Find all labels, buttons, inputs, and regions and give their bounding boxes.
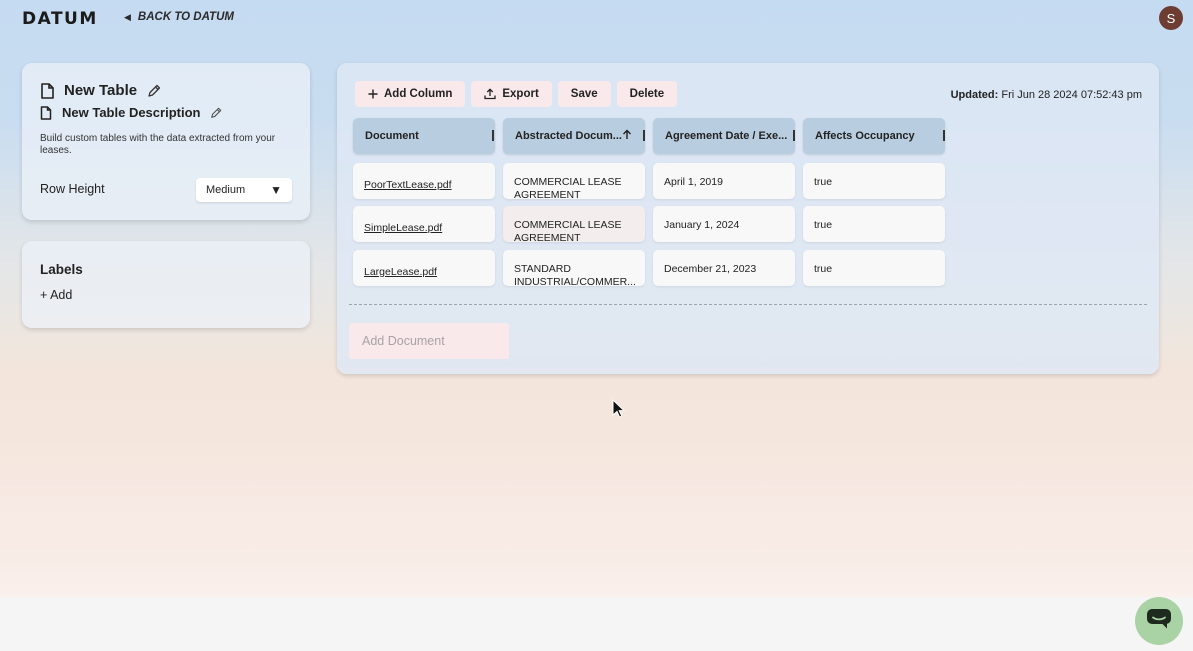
caret-down-icon: ▼ (270, 183, 282, 197)
table-cell-document[interactable]: LargeLease.pdf (353, 250, 495, 286)
add-column-button[interactable]: Add Column (355, 81, 466, 107)
datum-logo[interactable]: DATUM (22, 9, 98, 29)
table-divider (349, 304, 1147, 305)
table-toolbar: Add Column Export Save Delete (355, 81, 678, 107)
table-cell-date[interactable]: April 1, 2019 (653, 163, 795, 199)
column-header-label: Affects Occupancy (815, 130, 915, 142)
delete-button[interactable]: Delete (616, 81, 678, 107)
pencil-icon[interactable] (147, 84, 161, 98)
table-cell-date[interactable]: December 21, 2023 (653, 250, 795, 286)
column-header-label: Abstracted Docum... (515, 130, 622, 142)
table-cell-date[interactable]: January 1, 2024 (653, 206, 795, 242)
table-title: New Table (64, 82, 138, 99)
table-cell-abstracted[interactable]: COMMERCIAL LEASE AGREEMENT (503, 163, 645, 199)
table-cell-occupancy[interactable]: true (803, 206, 945, 242)
table-meta-card: New Table New Table Description Build cu… (22, 63, 310, 220)
plus-icon (368, 89, 378, 99)
add-label-button[interactable]: + Add (40, 288, 72, 302)
column-header-label: Document (365, 130, 419, 142)
document-icon (40, 82, 54, 99)
table-card: Add Column Export Save Delete Updated: F… (337, 63, 1159, 374)
table-cell-abstracted[interactable]: STANDARD INDUSTRIAL/COMMER... (503, 250, 645, 286)
back-triangle-icon: ◀ (124, 11, 131, 22)
labels-title: Labels (40, 262, 83, 277)
column-resize-handle[interactable] (943, 130, 945, 141)
updated-label: Updated: (950, 89, 999, 101)
table-cell-abstracted[interactable]: COMMERCIAL LEASE AGREEMENT (503, 206, 645, 242)
table-cell-document[interactable]: SimpleLease.pdf (353, 206, 495, 242)
table-cell-document[interactable]: PoorTextLease.pdf (353, 163, 495, 199)
pencil-icon[interactable] (210, 107, 222, 119)
help-text: Build custom tables with the data extrac… (40, 133, 276, 156)
updated-timestamp: Updated: Fri Jun 28 2024 07:52:43 pm (951, 89, 1142, 101)
column-resize-handle[interactable] (793, 130, 795, 141)
upload-icon (484, 88, 497, 100)
back-link-label: BACK TO DATUM (137, 11, 234, 23)
export-button[interactable]: Export (471, 81, 552, 107)
save-button[interactable]: Save (557, 81, 611, 107)
labels-card: Labels + Add (22, 241, 310, 328)
row-height-label: Row Height (40, 182, 105, 196)
arrow-up-icon[interactable] (622, 129, 632, 143)
back-to-datum-link[interactable]: ◀ BACK TO DATUM (124, 11, 234, 23)
add-document-input[interactable]: Add Document (349, 323, 509, 359)
column-header-label: Agreement Date / Exe... (665, 130, 788, 142)
row-height-select[interactable]: Medium ▼ (196, 178, 292, 202)
table-cell-occupancy[interactable]: true (803, 163, 945, 199)
column-header-document[interactable]: Document (353, 118, 495, 154)
table-description: New Table Description (62, 105, 201, 120)
avatar[interactable]: S (1159, 6, 1183, 30)
chat-bubble-icon (1146, 608, 1172, 635)
chat-widget-button[interactable] (1135, 597, 1183, 645)
updated-value: Fri Jun 28 2024 07:52:43 pm (1001, 89, 1142, 101)
add-column-label: Add Column (384, 88, 453, 100)
column-resize-handle[interactable] (492, 130, 494, 141)
export-label: Export (502, 88, 539, 100)
mouse-cursor-icon (612, 398, 626, 424)
column-resize-handle[interactable] (643, 130, 645, 141)
column-header-agreement-date[interactable]: Agreement Date / Exe... (653, 118, 795, 154)
top-bar: DATUM ◀ BACK TO DATUM S (0, 0, 1193, 36)
table-cell-occupancy[interactable]: true (803, 250, 945, 286)
column-header-affects-occupancy[interactable]: Affects Occupancy (803, 118, 945, 154)
column-header-abstracted-document[interactable]: Abstracted Docum... (503, 118, 645, 154)
row-height-value: Medium (206, 184, 246, 196)
table-description-row: New Table Description (40, 105, 222, 120)
table-title-row: New Table (40, 82, 161, 99)
document-icon (40, 105, 52, 120)
